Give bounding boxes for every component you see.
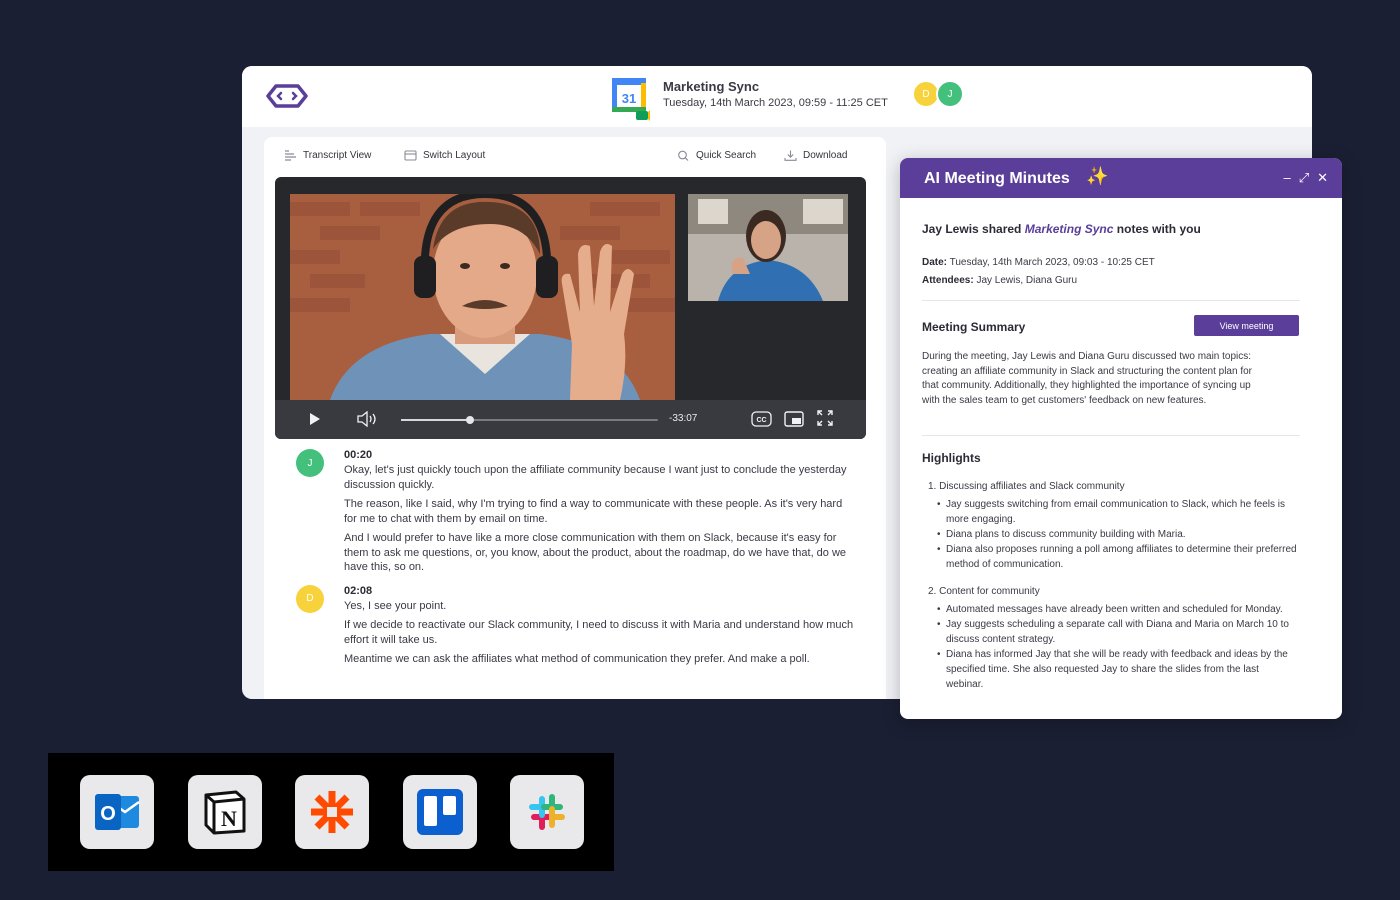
download-icon: [784, 150, 797, 161]
transcript-entry: D 02:08 Yes, I see your point. If we dec…: [264, 584, 886, 667]
switch-layout-label: Switch Layout: [423, 150, 486, 161]
panel-title: AI Meeting Minutes: [924, 170, 1070, 187]
quick-search-button[interactable]: Quick Search: [677, 150, 756, 161]
meeting-title: Marketing Sync: [663, 79, 760, 94]
calendar-day: 31: [622, 91, 636, 106]
integrations-dock: O N: [48, 753, 614, 871]
meeting-date: Tuesday, 14th March 2023, 09:59 - 11:25 …: [663, 97, 888, 109]
highlight-title: 2. Content for community: [928, 586, 1040, 597]
highlights-title: Highlights: [922, 451, 981, 465]
panel-window-controls: – ⤢ ✕: [1283, 170, 1328, 186]
attendees-row: Attendees: Jay Lewis, Diana Guru: [922, 275, 1077, 286]
transcript-view-button[interactable]: Transcript View: [284, 150, 371, 161]
attendees-value: Jay Lewis, Diana Guru: [976, 275, 1078, 286]
speaker-avatar: D: [296, 584, 324, 613]
meeting-date-row: Date: Tuesday, 14th March 2023, 09:03 - …: [922, 257, 1155, 268]
volume-icon[interactable]: [357, 411, 379, 427]
switch-layout-button[interactable]: Switch Layout: [404, 150, 485, 161]
closed-captions-icon[interactable]: CC: [751, 411, 772, 427]
fullscreen-icon[interactable]: [817, 410, 833, 426]
player-controls: -33:07 CC: [275, 400, 866, 439]
notion-app-button[interactable]: N: [188, 775, 262, 849]
meeting-summary-text: During the meeting, Jay Lewis and Diana …: [922, 351, 1252, 406]
attendees-label: Attendees:: [922, 275, 974, 286]
app-logo-icon[interactable]: [266, 82, 308, 110]
highlight-point: Diana plans to discuss community buildin…: [934, 527, 1304, 542]
highlight-group: 1. Discussing affiliates and Slack commu…: [928, 481, 1304, 572]
zapier-app-button[interactable]: [295, 775, 369, 849]
notion-icon: N: [204, 790, 246, 835]
video-toolbar: Transcript View Switch Layout Quick Sear…: [264, 137, 886, 177]
transcript: J 00:20 Okay, let's just quickly touch u…: [264, 449, 886, 672]
video-player[interactable]: -33:07 CC: [275, 177, 866, 439]
svg-text:O: O: [100, 803, 116, 825]
main-speaker-video[interactable]: [290, 194, 675, 400]
highlight-group: 2. Content for community Automated messa…: [928, 586, 1294, 692]
trello-icon: [417, 789, 463, 835]
slack-app-button[interactable]: [510, 775, 584, 849]
picture-in-picture-icon[interactable]: [784, 411, 804, 427]
highlight-point: Jay suggests scheduling a separate call …: [934, 617, 1294, 647]
svg-text:CC: CC: [756, 417, 766, 424]
timestamp[interactable]: 00:20: [344, 449, 856, 461]
download-label: Download: [803, 150, 848, 161]
search-icon: [678, 150, 689, 161]
expand-icon[interactable]: ⤢: [1299, 170, 1309, 186]
transcript-text: Okay, let's just quickly touch upon the …: [344, 464, 847, 491]
progress-fill: [401, 419, 471, 421]
transcript-text: Yes, I see your point.: [344, 599, 447, 612]
transcript-text: If we decide to reactivate our Slack com…: [344, 619, 854, 646]
transcript-text: Meantime we can ask the affiliates what …: [344, 653, 810, 665]
divider: [922, 435, 1300, 436]
shared-by-line: Jay Lewis shared Marketing Sync notes wi…: [922, 222, 1201, 236]
transcript-text: The reason, like I said, why I'm trying …: [344, 498, 843, 525]
highlight-title: 1. Discussing affiliates and Slack commu…: [928, 481, 1125, 492]
highlight-point: Automated messages have already been wri…: [934, 602, 1294, 617]
date-value: Tuesday, 14th March 2023, 09:03 - 10:25 …: [949, 257, 1155, 268]
ai-meeting-minutes-panel: AI Meeting Minutes ✨ – ⤢ ✕ Jay Lewis sha…: [900, 158, 1342, 719]
participant-video[interactable]: [688, 194, 848, 301]
transcript-view-icon: [285, 150, 296, 161]
quick-search-label: Quick Search: [696, 150, 757, 161]
highlight-point: Jay suggests switching from email commun…: [934, 497, 1304, 527]
outlook-icon: O: [95, 794, 140, 830]
window-header: 31 Marketing Sync Tuesday, 14th March 20…: [242, 66, 1312, 127]
meeting-content: Transcript View Switch Layout Quick Sear…: [264, 137, 886, 699]
trello-app-button[interactable]: [403, 775, 477, 849]
highlight-point: Diana has informed Jay that she will be …: [934, 647, 1294, 692]
progress-bar[interactable]: [401, 416, 658, 424]
minimize-icon[interactable]: –: [1283, 170, 1290, 186]
transcript-entry: J 00:20 Okay, let's just quickly touch u…: [264, 449, 886, 575]
participant-avatar-j[interactable]: J: [936, 80, 964, 108]
date-label: Date:: [922, 257, 948, 268]
highlight-point: Diana also proposes running a poll among…: [934, 542, 1304, 572]
divider: [922, 300, 1300, 301]
timestamp[interactable]: 02:08: [344, 585, 856, 597]
view-meeting-button[interactable]: View meeting: [1194, 315, 1299, 336]
layout-icon: [404, 150, 417, 161]
progress-handle[interactable]: [466, 416, 475, 424]
time-remaining: -33:07: [669, 413, 698, 424]
panel-header: AI Meeting Minutes ✨ – ⤢ ✕: [900, 158, 1342, 198]
speaker-avatar: J: [296, 449, 324, 477]
transcript-text: And I would prefer to have like a more c…: [344, 532, 847, 573]
slack-icon: [529, 794, 565, 830]
meeting-summary-title: Meeting Summary: [922, 320, 1026, 334]
transcript-view-label: Transcript View: [303, 150, 372, 161]
outlook-app-button[interactable]: O: [80, 775, 154, 849]
shared-suffix: notes with you: [1116, 222, 1201, 236]
shared-meeting-link[interactable]: Marketing Sync: [1025, 222, 1114, 236]
zapier-icon: [311, 791, 353, 833]
sparkles-icon: ✨: [1086, 166, 1109, 186]
play-icon[interactable]: [309, 412, 321, 426]
svg-text:N: N: [221, 806, 237, 831]
close-icon[interactable]: ✕: [1317, 170, 1328, 186]
download-button[interactable]: Download: [784, 150, 847, 161]
shared-prefix: Jay Lewis shared: [922, 222, 1022, 236]
google-calendar-icon: 31: [612, 78, 650, 121]
